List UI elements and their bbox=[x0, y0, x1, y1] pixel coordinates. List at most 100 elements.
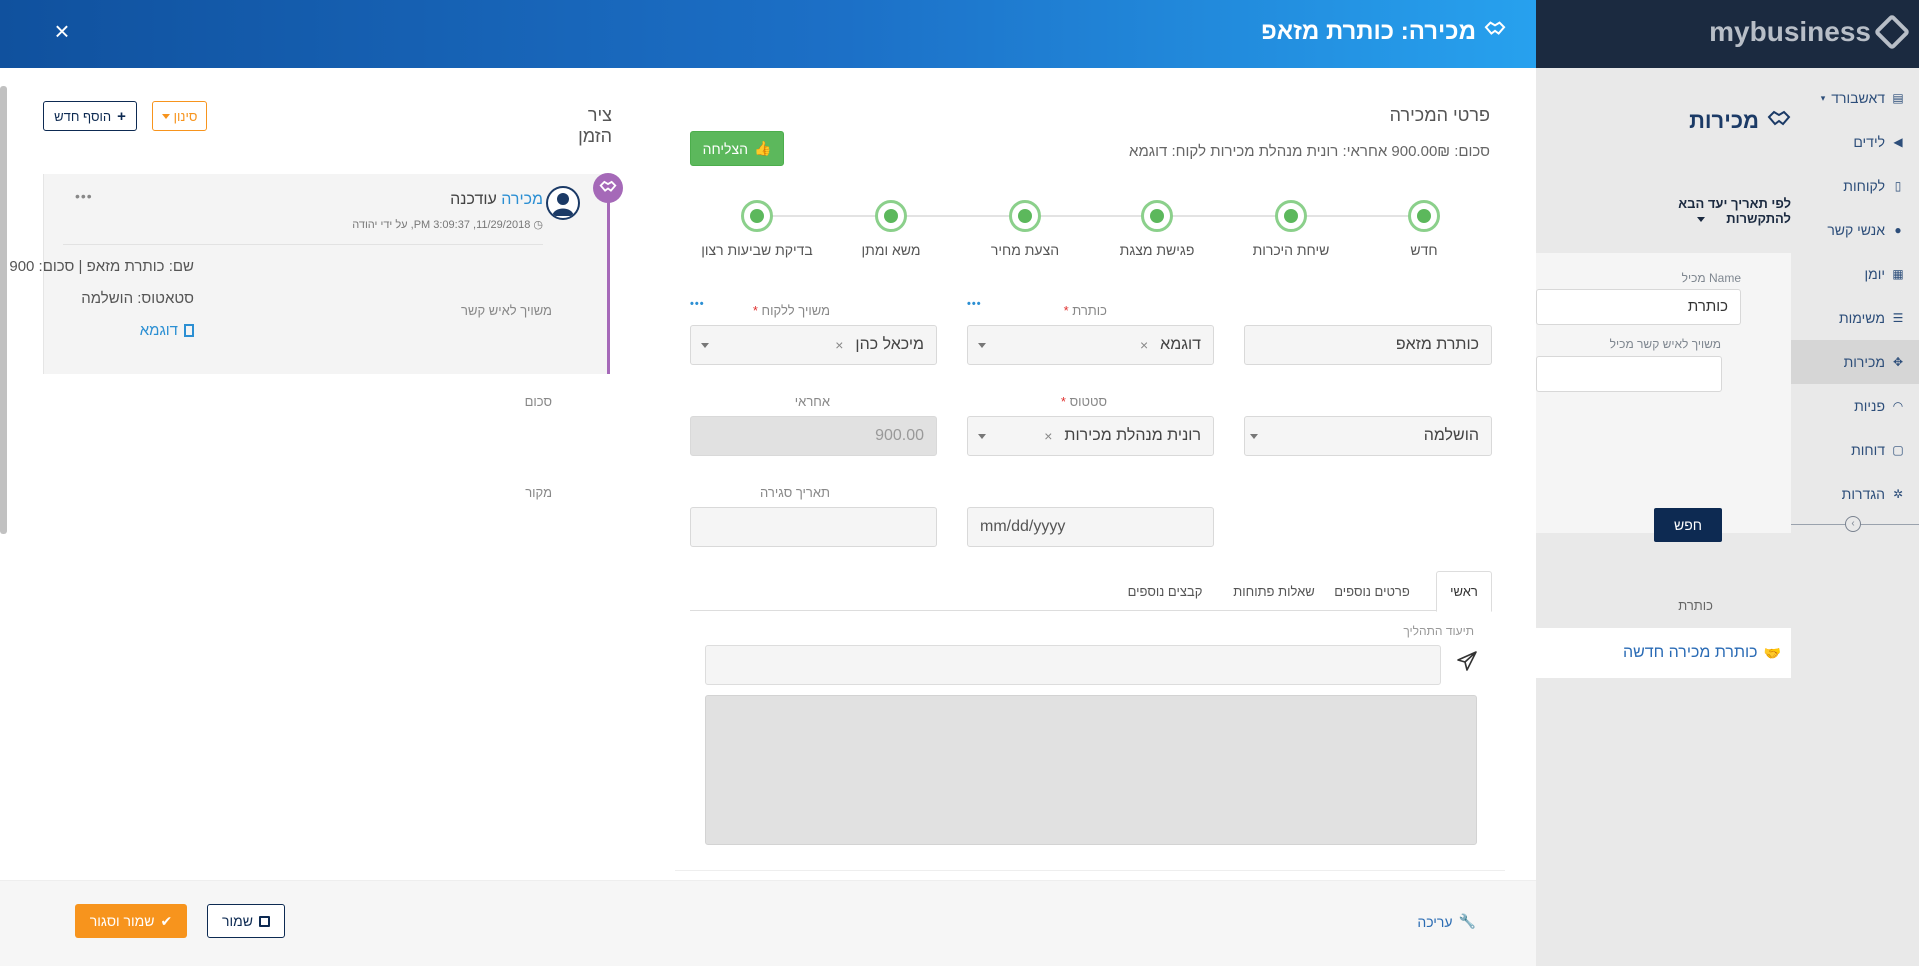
caret-down-icon bbox=[978, 434, 986, 439]
caret-down-icon bbox=[978, 343, 986, 348]
contact-filter-input[interactable] bbox=[1536, 356, 1722, 392]
handshake-icon: ✥ bbox=[1892, 355, 1904, 369]
customer-more-button[interactable]: ••• bbox=[967, 298, 982, 310]
status-label: סטטוס * bbox=[1061, 394, 1107, 409]
contact-select[interactable]: מיכאל כהן × bbox=[690, 325, 937, 365]
thumbs-up-icon: 👍 bbox=[753, 140, 772, 156]
tab-additional-files[interactable]: קבצים נוספים bbox=[1110, 571, 1220, 612]
sidebar-item-label: פניות bbox=[1854, 398, 1885, 414]
timeline-title: ציר הזמן bbox=[578, 105, 612, 146]
close-button[interactable]: × bbox=[50, 18, 74, 44]
filter-button[interactable]: סינון bbox=[152, 101, 207, 131]
edit-link[interactable]: 🔧 עריכה bbox=[1417, 913, 1476, 930]
divider bbox=[63, 244, 543, 245]
stage-label: פגישת מצגת bbox=[1119, 242, 1195, 258]
wrench-icon: 🔧 bbox=[1458, 913, 1476, 929]
search-button[interactable]: חפש bbox=[1654, 508, 1722, 542]
calendar-icon: ▦ bbox=[1892, 267, 1904, 281]
customer-label: משויך ללקוח * bbox=[753, 303, 830, 318]
sidebar-item-label: לידים bbox=[1853, 134, 1885, 150]
sidebar-item-customers[interactable]: ▯ לקוחות bbox=[1791, 164, 1919, 208]
building-icon: ▯ bbox=[1894, 179, 1902, 193]
required-mark: * bbox=[752, 303, 758, 318]
save-button[interactable]: שמור bbox=[207, 904, 285, 938]
person-icon: ● bbox=[1894, 223, 1902, 237]
handshake-icon bbox=[1484, 18, 1506, 46]
sidebar-item-contacts[interactable]: ● אנשי קשר bbox=[1791, 208, 1919, 252]
chevron-left-icon[interactable]: ‹ bbox=[1845, 516, 1861, 532]
won-button[interactable]: 👍 הצליחה bbox=[690, 131, 784, 166]
stage-satisfaction-check[interactable]: בדיקת שביעות רצון bbox=[690, 200, 824, 258]
check-icon: ✔ bbox=[160, 912, 173, 929]
save-close-label: שמור וסגור bbox=[89, 913, 155, 929]
save-and-close-button[interactable]: ✔ שמור וסגור bbox=[75, 904, 187, 938]
close-date-input[interactable]: mm/dd/yyyy bbox=[967, 507, 1214, 547]
sidebar-collapse[interactable]: ‹ bbox=[1791, 514, 1919, 534]
sidebar-item-reports[interactable]: ▢ דוחות bbox=[1791, 428, 1919, 472]
stage-new[interactable]: חדש bbox=[1357, 200, 1491, 258]
sidebar-item-leads[interactable]: ◀ לידים bbox=[1791, 120, 1919, 164]
save-label: שמור bbox=[222, 913, 253, 929]
modal-title: מכירה: כותרת מזאפ bbox=[1261, 18, 1506, 46]
stage-negotiation[interactable]: משא ומתן bbox=[824, 200, 958, 258]
add-new-button[interactable]: + הוסף חדש bbox=[43, 101, 137, 131]
title-label: כותרת * bbox=[1064, 303, 1107, 318]
customer-label-text: משויך ללקוח bbox=[761, 303, 830, 318]
tab-label: קבצים נוספים bbox=[1127, 584, 1203, 599]
sidebar-item-sales[interactable]: ✥ מכירות bbox=[1791, 340, 1919, 384]
sort-dropdown[interactable]: לפי תאריך יעד הבא להתקשרות bbox=[1671, 196, 1791, 226]
stage-intro-call[interactable]: שיחת היכרות bbox=[1224, 200, 1358, 258]
stage-presentation-meeting[interactable]: פגישת מצגת bbox=[1090, 200, 1224, 258]
entry-status: סטאטוס: הושלמה bbox=[81, 290, 194, 307]
tab-open-questions[interactable]: שאלות פתוחות bbox=[1224, 571, 1324, 612]
gear-icon: ✲ bbox=[1892, 487, 1904, 501]
scrollbar[interactable] bbox=[0, 86, 7, 534]
documentation-textarea[interactable] bbox=[705, 695, 1477, 845]
stage-dot bbox=[1141, 200, 1173, 232]
stage-dot bbox=[1009, 200, 1041, 232]
clear-icon[interactable]: × bbox=[1044, 428, 1052, 444]
row-title-link[interactable]: כותרת מכירה חדשה bbox=[1623, 644, 1758, 662]
clear-icon[interactable]: × bbox=[835, 337, 843, 353]
owner-select[interactable]: רונית מנהלת מכירות × bbox=[967, 416, 1214, 456]
column-header-title[interactable]: כותרת bbox=[1678, 598, 1713, 613]
status-select[interactable]: הושלמה bbox=[1244, 416, 1492, 456]
sidebar-item-label: הגדרות bbox=[1841, 486, 1885, 502]
title-input[interactable]: כותרת מזאפ bbox=[1244, 325, 1492, 365]
tab-main[interactable]: ראשי bbox=[1436, 571, 1492, 612]
sidebar-item-settings[interactable]: ✲ הגדרות bbox=[1791, 472, 1919, 516]
tab-more-details[interactable]: פרטים נוספים bbox=[1322, 571, 1422, 612]
name-filter-label: Name מכיל bbox=[1681, 271, 1741, 285]
sidebar-item-tickets[interactable]: ◠ פניות bbox=[1791, 384, 1919, 428]
entry-type-link[interactable]: מכירה bbox=[501, 191, 543, 208]
sidebar-item-label: דאשבורד bbox=[1831, 90, 1885, 106]
entry-menu-button[interactable]: ••• bbox=[75, 188, 93, 204]
sale-modal: מכירה: כותרת מזאפ × ציר הזמן סינון + הוס… bbox=[0, 0, 1536, 966]
name-filter-input[interactable]: כותרת bbox=[1536, 289, 1741, 325]
send-icon[interactable] bbox=[1456, 650, 1478, 672]
sidebar-item-label: אנשי קשר bbox=[1827, 222, 1885, 238]
clear-icon[interactable]: × bbox=[1140, 337, 1148, 353]
stage-label: משא ומתן bbox=[861, 242, 921, 258]
page-title-text: מכירות bbox=[1689, 108, 1759, 133]
entry-customer-link[interactable]: דוגמא bbox=[140, 322, 194, 339]
handshake-icon: 🤝 bbox=[1763, 644, 1781, 661]
close-date-label: תאריך סגירה bbox=[760, 485, 830, 500]
contact-more-button[interactable]: ••• bbox=[690, 298, 705, 310]
required-mark: * bbox=[1063, 303, 1069, 318]
stage-price-quote[interactable]: הצעת מחיר bbox=[958, 200, 1092, 258]
chart-icon: ▤ bbox=[1892, 91, 1904, 105]
sidebar-item-dashboard[interactable]: ▤ דאשבורד ▾ bbox=[1791, 76, 1919, 120]
table-row[interactable]: 🤝 כותרת מכירה חדשה bbox=[1536, 628, 1791, 678]
sidebar-item-calendar[interactable]: ▦ יומן bbox=[1791, 252, 1919, 296]
app-logo[interactable]: mybusiness bbox=[1709, 13, 1911, 51]
amount-value: 900.00 bbox=[875, 427, 924, 444]
customer-select[interactable]: דוגמא × bbox=[967, 325, 1214, 365]
divider bbox=[675, 870, 1505, 871]
contact-value: מיכאל כהן bbox=[855, 336, 924, 353]
source-input[interactable] bbox=[690, 507, 937, 547]
documentation-input[interactable] bbox=[705, 645, 1441, 685]
headset-icon: ◠ bbox=[1892, 399, 1904, 413]
owner-label: אחראי bbox=[794, 394, 830, 409]
sidebar-item-tasks[interactable]: ☰ משימות bbox=[1791, 296, 1919, 340]
